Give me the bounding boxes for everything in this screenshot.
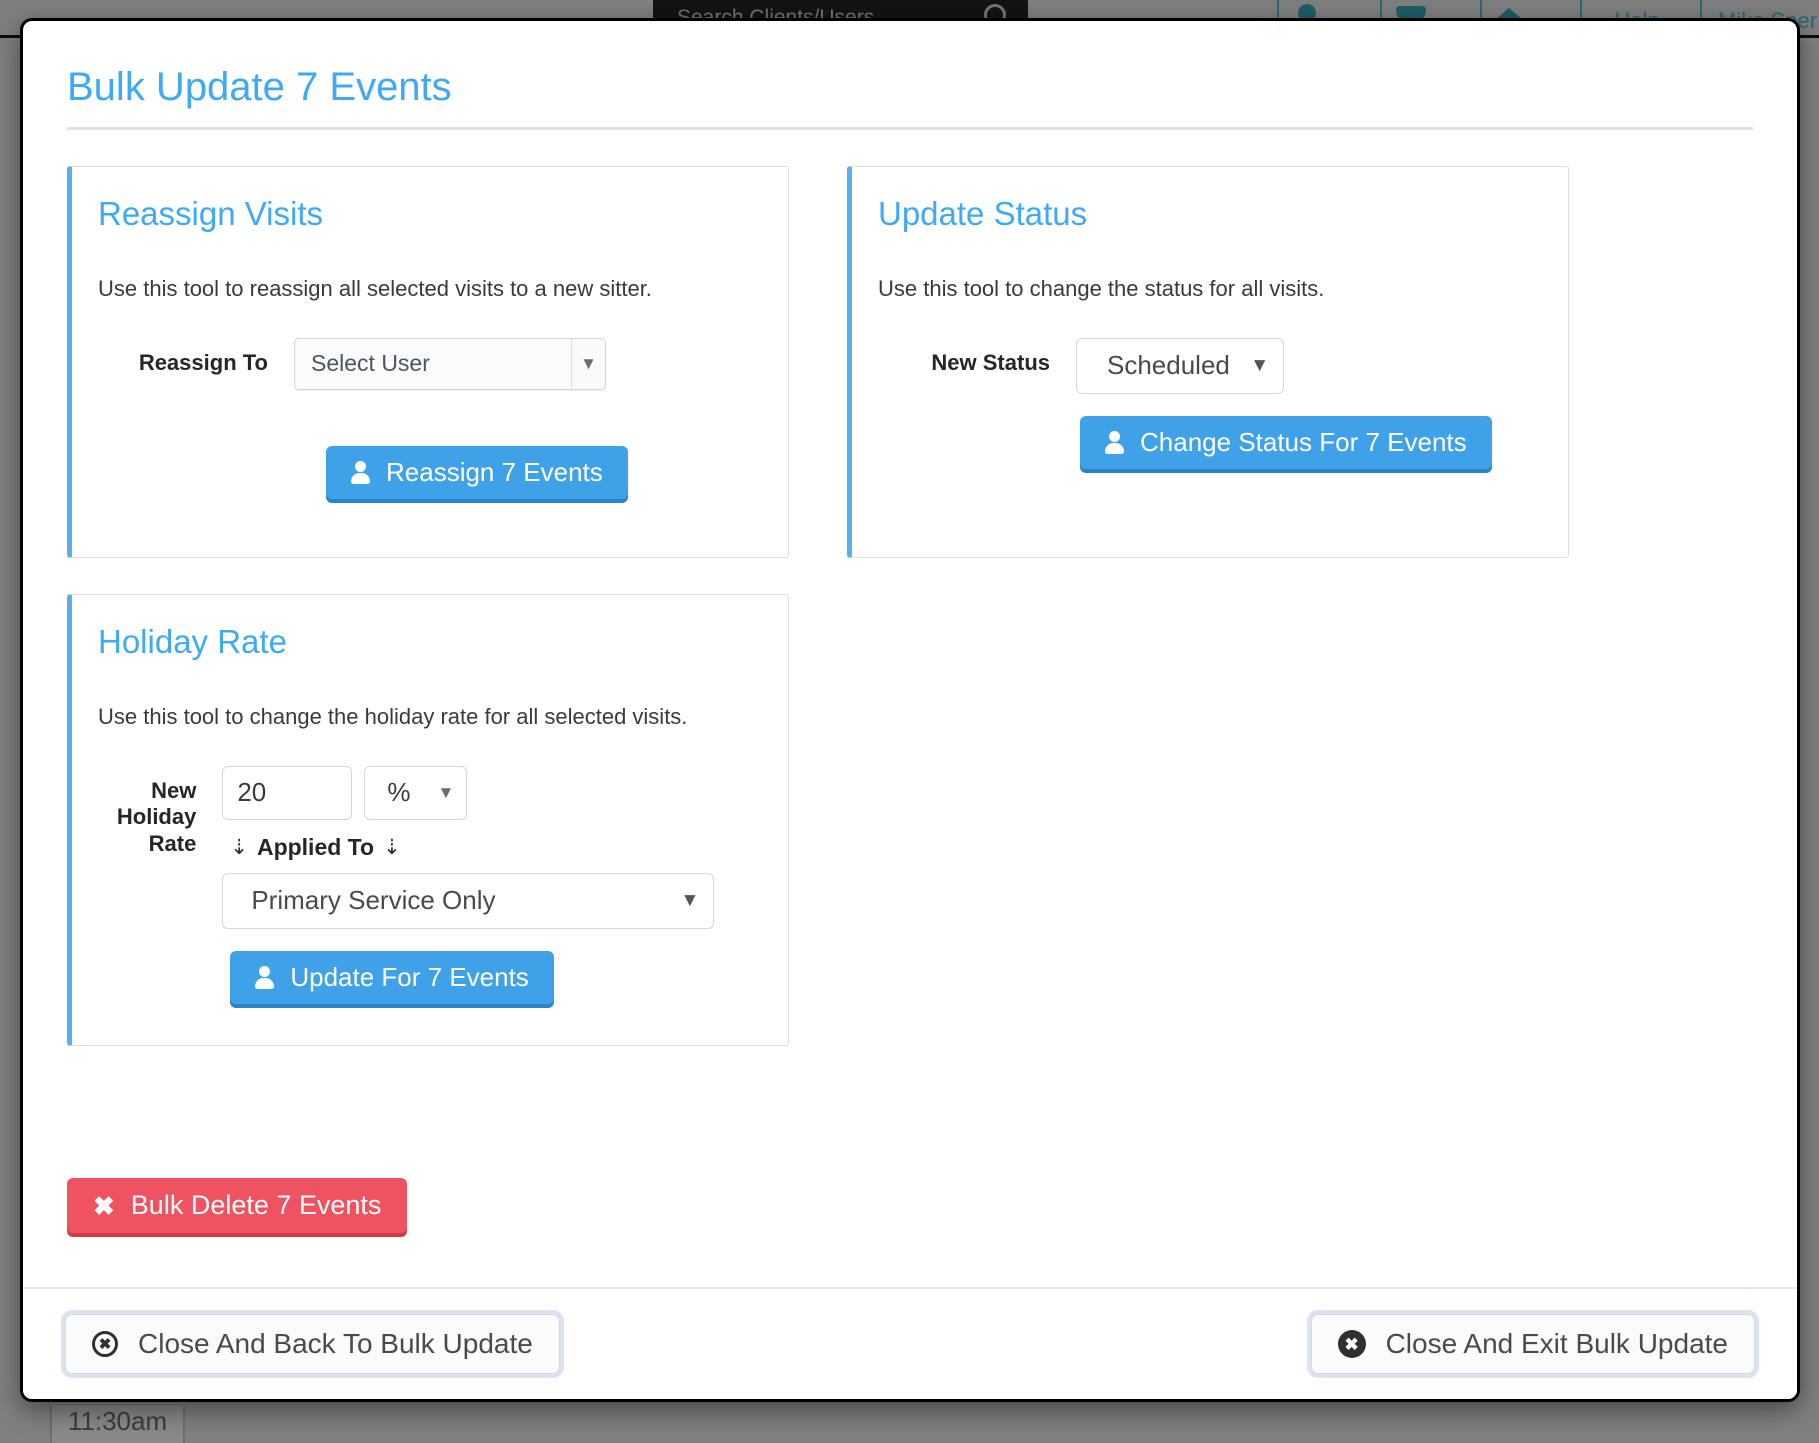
- calendar-row: [0, 1405, 1819, 1443]
- reassign-events-button[interactable]: Reassign 7 Events: [326, 445, 628, 499]
- page-title: Bulk Update 7 Events: [67, 65, 452, 109]
- applied-to-label: ⇣ Applied To ⇣: [230, 834, 758, 861]
- holiday-rate-unit-select[interactable]: % ▼: [364, 765, 468, 820]
- change-status-button[interactable]: Change Status For 7 Events: [1080, 415, 1492, 469]
- reassign-to-select[interactable]: Select User ▼: [294, 337, 606, 390]
- panel-reassign-visits: Reassign Visits Use this tool to reassig…: [67, 166, 789, 558]
- close-and-exit-button-label: Close And Exit Bulk Update: [1385, 1328, 1728, 1359]
- calendar-time-cell: 11:30am: [50, 1406, 185, 1443]
- change-status-button-label: Change Status For 7 Events: [1140, 426, 1467, 457]
- update-events-button-label: Update For 7 Events: [290, 961, 529, 992]
- applied-to-select[interactable]: Primary Service Only ▼: [222, 872, 715, 929]
- reassign-events-button-label: Reassign 7 Events: [386, 456, 603, 487]
- panel-title-status: Update Status: [878, 195, 1088, 232]
- x-icon: ✖: [93, 1190, 115, 1221]
- modal-body: Reassign Visits Use this tool to reassig…: [23, 130, 1797, 1320]
- panel-description-reassign: Use this tool to reassign all selected v…: [98, 276, 652, 301]
- circle-x-outline-icon: ✖: [92, 1331, 118, 1357]
- user-icon: [1105, 430, 1124, 454]
- reassign-to-label: Reassign To: [138, 349, 268, 375]
- close-and-exit-button[interactable]: ✖ Close And Exit Bulk Update: [1310, 1314, 1755, 1374]
- bulk-delete-button[interactable]: ✖ Bulk Delete 7 Events: [67, 1178, 408, 1233]
- holiday-rate-input[interactable]: 20: [222, 765, 353, 820]
- modal-footer: ✖ Close And Back To Bulk Update ✖ Close …: [23, 1287, 1797, 1399]
- holiday-rate-controls: 20 % ▼ ⇣ Applied To ⇣ Primary Service On…: [222, 765, 758, 1004]
- new-status-label: New Status: [931, 349, 1050, 375]
- panel-update-status: Update Status Use this tool to change th…: [847, 166, 1569, 558]
- panel-title-reassign: Reassign Visits: [98, 195, 323, 232]
- new-holiday-rate-row: New Holiday Rate 20 % ▼ ⇣ Applied To ⇣ P…: [98, 765, 758, 1004]
- panels-row: Reassign Visits Use this tool to reassig…: [67, 166, 1753, 558]
- user-icon: [255, 965, 275, 989]
- chevron-down-icon: ▼: [1250, 355, 1269, 377]
- bulk-update-modal: Bulk Update 7 Events Reassign Visits Use…: [20, 18, 1800, 1402]
- applied-to-label-text: Applied To: [256, 833, 375, 860]
- panel-title-holiday: Holiday Rate: [98, 623, 287, 660]
- chevron-down-icon: ▼: [580, 354, 597, 374]
- new-holiday-rate-label: New Holiday Rate: [116, 777, 197, 857]
- panel-description-holiday: Use this tool to change the holiday rate…: [98, 704, 688, 729]
- bulk-delete-button-label: Bulk Delete 7 Events: [130, 1190, 382, 1220]
- new-status-row: New Status Scheduled ▼: [878, 337, 1538, 394]
- chevron-down-icon: ▼: [680, 890, 700, 912]
- applied-to-select-value: Primary Service Only: [251, 885, 496, 916]
- new-status-select[interactable]: Scheduled ▼: [1076, 337, 1284, 394]
- holiday-rate-unit-value: %: [387, 777, 411, 808]
- modal-header: Bulk Update 7 Events: [23, 21, 1797, 109]
- update-events-button[interactable]: Update For 7 Events: [230, 950, 554, 1004]
- panel-holiday-rate: Holiday Rate Use this tool to change the…: [67, 594, 789, 1046]
- circle-x-solid-icon: ✖: [1337, 1330, 1366, 1358]
- chevron-down-icon: ▼: [437, 783, 455, 803]
- reassign-to-select-value: Select User: [311, 350, 430, 377]
- panel-description-status: Use this tool to change the status for a…: [878, 276, 1325, 301]
- close-and-back-button-label: Close And Back To Bulk Update: [138, 1328, 533, 1359]
- close-and-back-button[interactable]: ✖ Close And Back To Bulk Update: [65, 1314, 560, 1374]
- reassign-to-select-caret[interactable]: ▼: [571, 338, 605, 389]
- arrow-down-icon-left: ⇣: [230, 835, 248, 859]
- arrow-down-icon-right: ⇣: [383, 835, 401, 859]
- user-icon: [351, 460, 370, 484]
- new-status-select-value: Scheduled: [1107, 350, 1230, 381]
- reassign-to-row: Reassign To Select User ▼: [98, 337, 758, 390]
